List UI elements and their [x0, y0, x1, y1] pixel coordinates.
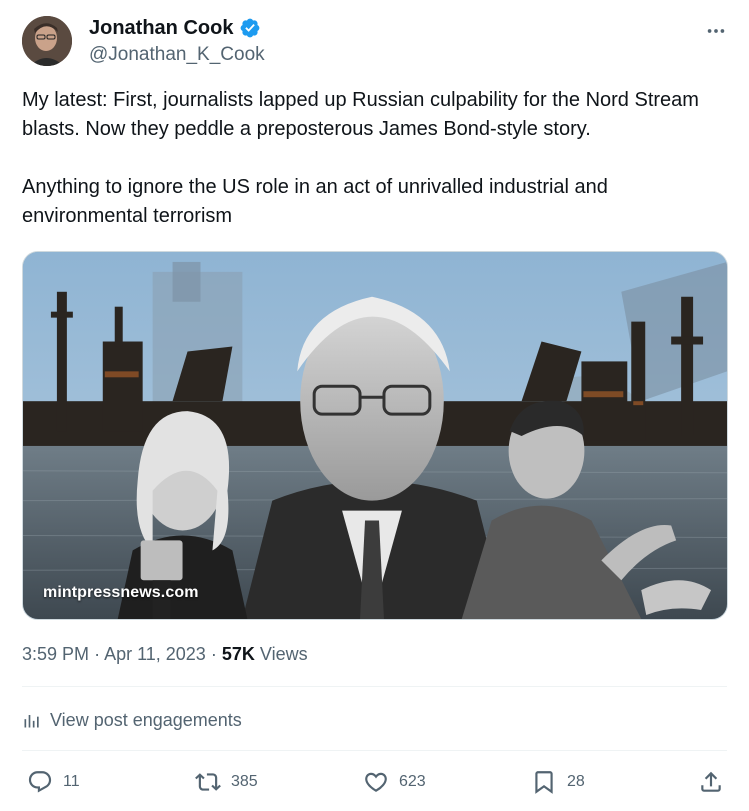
divider [22, 750, 727, 751]
avatar[interactable] [22, 16, 72, 66]
repost-button[interactable]: 385 [195, 766, 258, 798]
avatar-portrait-image [22, 16, 72, 66]
view-engagements-link[interactable]: View post engagements [22, 706, 242, 734]
author-name-row: Jonathan Cook [89, 16, 261, 40]
bookmark-count: 28 [567, 773, 585, 790]
tweet-paragraph: Anything to ignore the US role in an act… [22, 176, 608, 227]
views-label: Views [259, 644, 308, 664]
tweet-text: My latest: First, journalists lapped up … [22, 86, 722, 231]
divider [22, 686, 727, 687]
media-illustration [23, 252, 727, 619]
media-watermark: mintpressnews.com [43, 584, 199, 601]
meta-separator: · [210, 644, 217, 664]
views-count: 57K [221, 644, 255, 664]
like-count: 623 [399, 773, 426, 790]
bar-chart-icon [24, 715, 39, 728]
verified-badge-icon[interactable] [239, 17, 261, 39]
heart-icon [365, 772, 387, 792]
repost-icon [195, 773, 221, 791]
bookmark-icon [535, 771, 553, 794]
reply-button[interactable]: 11 [27, 766, 80, 798]
share-icon [701, 771, 721, 792]
tweet-paragraph: My latest: First, journalists lapped up … [22, 89, 699, 140]
repost-count: 385 [231, 773, 258, 790]
reply-icon [28, 771, 52, 793]
author-handle[interactable]: @Jonathan_K_Cook [89, 44, 265, 66]
meta-separator: · [94, 644, 101, 664]
action-bar: 11 385 623 28 [22, 766, 727, 798]
author-display-name[interactable]: Jonathan Cook [89, 16, 233, 40]
bookmark-button[interactable]: 28 [531, 766, 585, 798]
more-horizontal-icon[interactable] [705, 20, 727, 42]
tweet-time[interactable]: 3:59 PM [22, 644, 89, 664]
like-button[interactable]: 623 [363, 766, 426, 798]
view-engagements-label: View post engagements [50, 709, 242, 730]
tweet-date[interactable]: Apr 11, 2023 [104, 644, 206, 664]
tweet-card: Jonathan Cook @Jonathan_K_Cook My latest… [0, 0, 749, 811]
tweet-media-image[interactable]: mintpressnews.com [22, 251, 728, 620]
tweet-meta: 3:59 PM · Apr 11, 2023 · 57K Views [22, 642, 308, 666]
reply-count: 11 [63, 773, 80, 790]
share-button[interactable] [698, 766, 724, 798]
